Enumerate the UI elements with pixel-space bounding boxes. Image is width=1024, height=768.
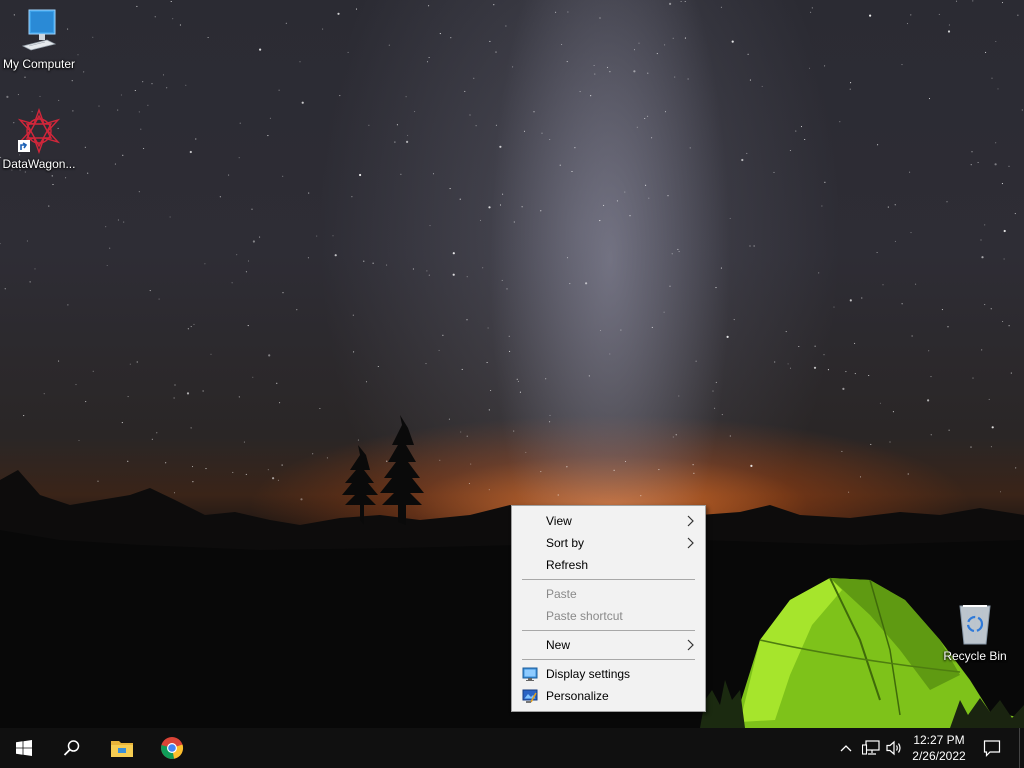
display-settings-icon (522, 667, 538, 681)
desktop-icon-label: DataWagon... (2, 157, 76, 171)
taskbar-clock[interactable]: 12:27 PM 2/26/2022 (906, 732, 972, 764)
menu-item-view[interactable]: View (512, 510, 705, 532)
datawagon-icon (17, 108, 61, 154)
clock-date: 2/26/2022 (912, 749, 966, 763)
action-center-icon (983, 740, 1001, 757)
desktop-icon-label: Recycle Bin (943, 649, 1007, 663)
menu-separator (512, 627, 705, 634)
menu-item-personalize[interactable]: Personalize (512, 685, 705, 707)
recycle-bin-icon (959, 605, 991, 645)
menu-item-label: New (546, 638, 571, 652)
action-center-button[interactable] (978, 728, 1006, 768)
desktop-background[interactable]: My Computer DataWagon... Recycle Bin Vie… (0, 0, 1024, 728)
file-explorer-icon (111, 741, 133, 757)
search-button[interactable] (48, 728, 96, 768)
menu-item-label: Paste (546, 587, 577, 601)
tray-volume-button[interactable] (884, 728, 906, 768)
desktop-context-menu: View Sort by Refresh Paste Paste shortcu… (511, 505, 706, 712)
menu-separator (512, 576, 705, 583)
menu-item-label: Personalize (546, 689, 609, 703)
menu-item-label: Display settings (546, 667, 631, 681)
tray-network-button[interactable] (860, 728, 882, 768)
show-desktop-button[interactable] (1019, 728, 1024, 768)
network-icon (862, 740, 880, 755)
menu-item-paste-shortcut[interactable]: Paste shortcut (512, 605, 705, 627)
menu-item-display-settings[interactable]: Display settings (512, 663, 705, 685)
taskbar-chrome[interactable] (148, 728, 196, 768)
desktop-icon-label: My Computer (2, 57, 76, 71)
start-icon (16, 740, 32, 756)
menu-separator (512, 656, 705, 663)
menu-item-label: Refresh (546, 558, 589, 572)
chevron-right-icon (687, 537, 694, 549)
taskbar: 12:27 PM 2/26/2022 (0, 728, 1024, 768)
menu-item-refresh[interactable]: Refresh (512, 554, 705, 576)
clock-time: 12:27 PM (913, 733, 965, 747)
start-button[interactable] (0, 728, 48, 768)
volume-icon (886, 740, 901, 756)
menu-item-label: Paste shortcut (546, 609, 623, 623)
computer-icon (21, 9, 57, 51)
menu-item-sort-by[interactable]: Sort by (512, 532, 705, 554)
desktop-icon-datawagon[interactable]: DataWagon... (0, 108, 81, 171)
desktop-icon-my-computer[interactable]: My Computer (0, 8, 81, 71)
taskbar-file-explorer[interactable] (98, 728, 146, 768)
chevron-right-icon (687, 515, 694, 527)
tray-overflow-button[interactable] (836, 728, 856, 768)
menu-item-new[interactable]: New (512, 634, 705, 656)
menu-item-label: Sort by (546, 536, 585, 550)
chrome-icon (161, 737, 184, 759)
personalize-icon (522, 689, 538, 703)
menu-item-paste[interactable]: Paste (512, 583, 705, 605)
chevron-right-icon (687, 639, 694, 651)
search-icon (63, 740, 80, 756)
menu-item-label: View (546, 514, 572, 528)
desktop-icon-recycle-bin[interactable]: Recycle Bin (933, 602, 1017, 663)
chevron-up-icon (840, 745, 852, 752)
